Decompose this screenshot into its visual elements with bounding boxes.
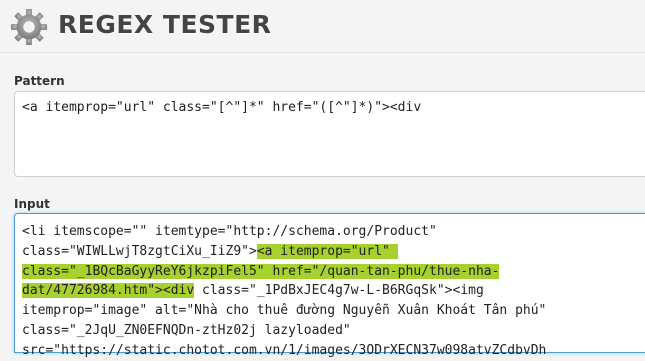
pattern-value: <a itemprop="url" class="[^"]*" href="([… (22, 100, 422, 115)
pattern-input[interactable]: <a itemprop="url" class="[^"]*" href="([… (14, 91, 645, 177)
input-line: src="https://static.chotot.com.vn/1/imag… (22, 341, 546, 361)
input-line: dat/47726984.htm"><div class="_1PdBxJEC4… (22, 281, 546, 301)
match-highlight: dat/47726984.htm"><div (22, 283, 195, 299)
pattern-label: Pattern (14, 74, 65, 88)
match-highlight: class="_1BQcBaGyyReY6jkzpiFel5" href="/q… (22, 263, 500, 279)
input-text: <li itemscope="" itemtype="http://schema… (22, 222, 546, 361)
header-divider (0, 52, 645, 53)
input-segment: <li itemscope="" itemtype="http://schema… (22, 224, 437, 239)
app-title: REGEX TESTER (58, 10, 272, 39)
input-textarea[interactable]: <li itemscope="" itemtype="http://schema… (14, 213, 645, 358)
gear-icon (10, 8, 48, 46)
input-line: class="_2JqU_ZN0EFNQDn-ztHz02j lazyloade… (22, 321, 546, 341)
input-segment: class="_1PdBxJEC4g7w-L-B6RGqSk"><img (194, 283, 484, 299)
input-line: <li itemscope="" itemtype="http://schema… (22, 222, 546, 242)
input-segment: itemprop="image" alt="Nhà cho thuê đường… (22, 303, 547, 319)
input-line: class="_1BQcBaGyyReY6jkzpiFel5" href="/q… (22, 262, 546, 282)
app-header: REGEX TESTER (0, 0, 645, 56)
input-segment: class="WIWLLwjT8zgtCiXu_IiZ9"> (22, 243, 257, 259)
input-segment: src="https://static.chotot.com.vn/1/imag… (22, 342, 547, 358)
input-line: itemprop="image" alt="Nhà cho thuê đường… (22, 301, 546, 321)
input-line: class="WIWLLwjT8zgtCiXu_IiZ9"><a itempro… (22, 242, 546, 262)
input-segment: class="_2JqU_ZN0EFNQDn-ztHz02j lazyloade… (22, 322, 351, 338)
input-label: Input (14, 197, 50, 211)
match-highlight: <a itemprop="url" (256, 243, 398, 259)
